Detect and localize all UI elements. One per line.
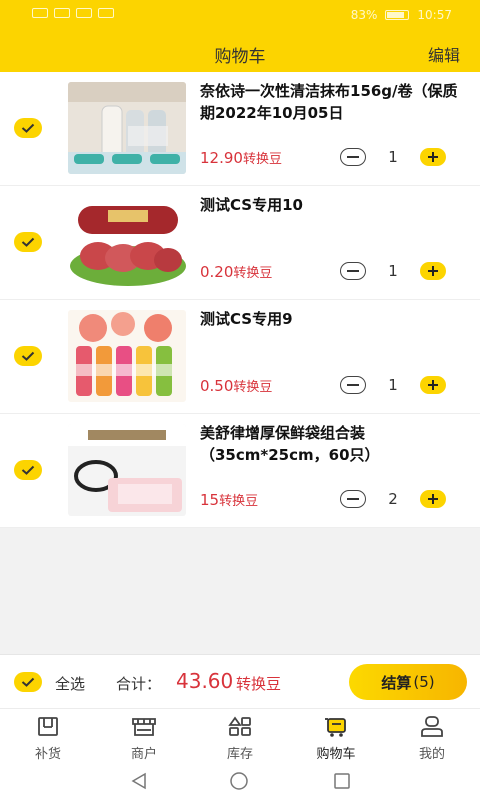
cart-item: 奈依诗一次性清洁抹布156g/卷（保质期2022年10月05日 12.90转换豆… <box>0 72 480 186</box>
cart-list: 奈依诗一次性清洁抹布156g/卷（保质期2022年10月05日 12.90转换豆… <box>0 72 480 528</box>
battery-percent: 83% <box>350 8 378 22</box>
status-bar: 83% 10:57 <box>0 0 480 30</box>
plus-icon <box>428 494 438 504</box>
quantity-value: 1 <box>388 376 398 394</box>
system-nav-bar <box>0 764 480 800</box>
tab-label: 我的 <box>418 747 445 762</box>
product-name[interactable]: 美舒律增厚保鲜袋组合装（35cm*25cm，60只） <box>200 422 460 466</box>
product-image-freshness-bags[interactable] <box>68 424 186 516</box>
merchant-icon <box>132 718 156 736</box>
item-select-checkbox[interactable] <box>14 232 42 252</box>
increase-qty-button[interactable] <box>420 490 446 508</box>
cart-item: 美舒律增厚保鲜袋组合装（35cm*25cm，60只） 15转换豆 2 <box>0 414 480 528</box>
tab-label: 商户 <box>130 747 157 762</box>
decrease-qty-button[interactable] <box>340 376 366 394</box>
tab-inventory[interactable]: 库存 <box>192 709 288 764</box>
checkout-button[interactable]: 结算 (5) <box>349 664 467 700</box>
tab-label: 库存 <box>226 747 253 762</box>
cart-icon <box>325 718 346 737</box>
page-title: 购物车 <box>214 47 266 67</box>
home-icon[interactable] <box>229 772 249 790</box>
product-name[interactable]: 测试CS专用10 <box>200 194 460 216</box>
select-all-checkbox[interactable] <box>14 672 42 692</box>
check-icon <box>21 123 35 133</box>
signal-icon <box>54 8 70 18</box>
decrease-qty-button[interactable] <box>340 490 366 508</box>
check-icon <box>21 677 35 687</box>
quantity-value: 1 <box>388 148 398 166</box>
item-select-checkbox[interactable] <box>14 460 42 480</box>
tab-label: 购物车 <box>316 747 356 762</box>
tab-merchant[interactable]: 商户 <box>96 709 192 764</box>
item-select-checkbox[interactable] <box>14 118 42 138</box>
product-name[interactable]: 测试CS专用9 <box>200 308 460 330</box>
increase-qty-button[interactable] <box>420 376 446 394</box>
product-price: 0.20转换豆 <box>200 263 273 281</box>
battery-icon <box>385 10 410 20</box>
restock-icon <box>38 717 58 736</box>
cart-item: 测试CS专用10 0.20转换豆 1 <box>0 186 480 300</box>
plus-icon <box>428 266 438 276</box>
plus-icon <box>428 152 438 162</box>
decrease-qty-button[interactable] <box>340 148 366 166</box>
check-icon <box>21 465 35 475</box>
wifi-icon <box>76 8 92 18</box>
inventory-icon <box>228 716 251 736</box>
total-amount: 43.60 <box>176 669 234 693</box>
product-image-cleaning-cloth[interactable] <box>68 82 186 174</box>
product-name[interactable]: 奈依诗一次性清洁抹布156g/卷（保质期2022年10月05日 <box>200 80 460 124</box>
cart-footer: 全选 合计： 43.60 转换豆 结算 (5) <box>0 654 480 708</box>
product-price: 0.50转换豆 <box>200 377 273 395</box>
plus-icon <box>428 380 438 390</box>
clock: 10:57 <box>417 8 452 22</box>
checkout-label: 结算 <box>381 673 412 692</box>
tab-profile[interactable]: 我的 <box>384 709 480 764</box>
cart-item: 测试CS专用9 0.50转换豆 1 <box>0 300 480 414</box>
item-select-checkbox[interactable] <box>14 346 42 366</box>
increase-qty-button[interactable] <box>420 148 446 166</box>
decrease-qty-button[interactable] <box>340 262 366 280</box>
profile-icon <box>421 716 443 737</box>
total-unit: 转换豆 <box>236 675 282 693</box>
tab-restock[interactable]: 补货 <box>0 709 96 764</box>
check-icon <box>21 237 35 247</box>
tab-cart[interactable]: 购物车 <box>288 709 384 764</box>
edit-button[interactable]: 编辑 <box>428 42 460 66</box>
checkout-count: (5) <box>413 673 435 691</box>
select-all-label[interactable]: 全选 <box>55 673 85 694</box>
check-icon <box>21 351 35 361</box>
back-icon[interactable] <box>130 772 148 790</box>
sim-icon <box>32 8 48 18</box>
quantity-value: 1 <box>388 262 398 280</box>
total-label: 合计： <box>116 675 162 693</box>
bottom-tab-bar: 补货 商户 库存 购物车 我的 <box>0 708 480 764</box>
increase-qty-button[interactable] <box>420 262 446 280</box>
product-image-sausage[interactable] <box>68 196 186 288</box>
quantity-value: 2 <box>388 490 398 508</box>
notification-icon <box>98 8 114 18</box>
tab-label: 补货 <box>34 747 61 762</box>
product-price: 15转换豆 <box>200 491 259 509</box>
top-bar: 83% 10:57 购物车 编辑 <box>0 0 480 72</box>
product-image-juice-bottles[interactable] <box>68 310 186 402</box>
recent-apps-icon[interactable] <box>333 772 351 790</box>
product-price: 12.90转换豆 <box>200 149 282 167</box>
